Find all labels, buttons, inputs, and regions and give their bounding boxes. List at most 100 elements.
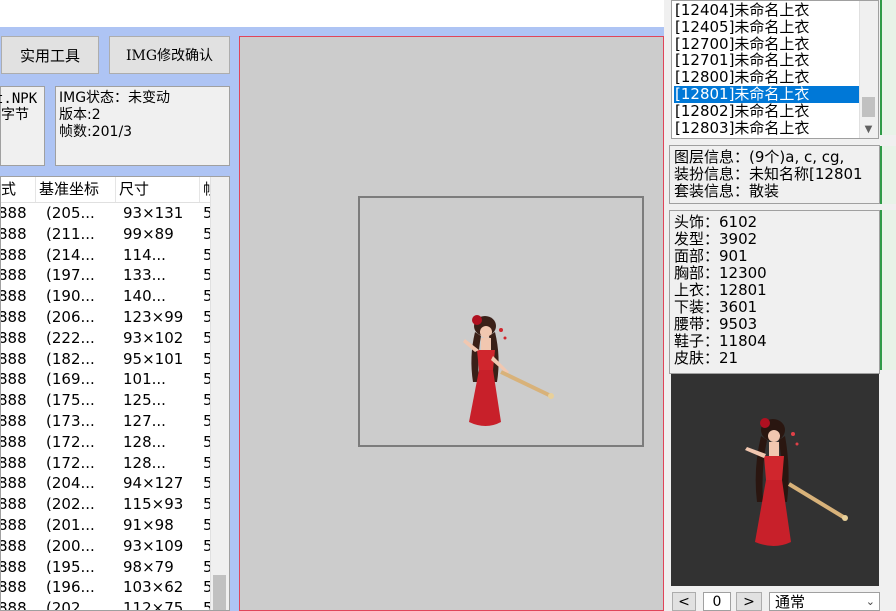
table-row[interactable]: 888 (201... 91×98 5: [1, 515, 213, 536]
next-frame-button[interactable]: >: [736, 592, 762, 611]
scroll-down-arrow-icon[interactable]: ▼: [860, 122, 877, 138]
cell-size: 115×93: [123, 495, 184, 514]
equipment-line: 发型：3902: [674, 230, 758, 248]
cell-size: 128...: [123, 432, 166, 451]
tools-button[interactable]: 实用工具: [1, 36, 99, 74]
table-row[interactable]: 888 (190... 140... 5: [1, 286, 213, 307]
table-row[interactable]: 888 (204... 94×127 5: [1, 473, 213, 494]
cell-format: 888: [0, 536, 27, 555]
cell-format: 888: [0, 349, 27, 368]
table-row[interactable]: 888 (202... 115×93 5: [1, 494, 213, 515]
item-list-entry[interactable]: [12404]未命名上衣: [674, 2, 861, 19]
column-header-format[interactable]: 式: [1, 177, 36, 202]
set-info-text: 套装信息：散装: [674, 182, 780, 200]
cell-format: 888: [0, 391, 27, 410]
equipment-line: 上衣：12801: [674, 281, 767, 299]
item-list-entry[interactable]: [12405]未命名上衣: [674, 19, 861, 36]
item-list-entry[interactable]: [12700]未命名上衣: [674, 36, 861, 53]
item-list[interactable]: [12404]未命名上衣 [12405]未命名上衣 [12700]未命名上衣 [127…: [671, 0, 879, 139]
table-row[interactable]: 888 (169... 101... 5: [1, 369, 213, 390]
cell-format: 888: [0, 474, 27, 493]
edge-control-lower[interactable]: [880, 210, 896, 370]
table-row[interactable]: 888 (173... 127... 5: [1, 411, 213, 432]
column-header-base[interactable]: 基准坐标: [36, 177, 116, 202]
equipment-line: 鞋子：11804: [674, 332, 767, 350]
cell-base-coord: (196...: [46, 578, 95, 597]
cell-base-coord: (211...: [46, 224, 95, 243]
cell-size: 103×62: [123, 578, 184, 597]
equipment-line: 皮肤：21: [674, 349, 739, 367]
table-body: 888 (205... 93×131 5 888 (211... 99×89 5 888 (214…: [1, 203, 213, 610]
cell-size: 94×127: [123, 474, 184, 493]
table-row[interactable]: 888 (200... 93×109 5: [1, 536, 213, 557]
item-list-entry[interactable]: [12802]未命名上衣: [674, 103, 861, 120]
cell-size: 101...: [123, 370, 166, 389]
table-row[interactable]: 888 (202... 112×75 5: [1, 598, 213, 610]
edge-control-top[interactable]: [880, 0, 896, 135]
character-sprite: [463, 315, 554, 426]
file-size-text: 字节: [1, 107, 29, 123]
cell-size: 98×79: [123, 557, 174, 576]
table-row[interactable]: 888 (195... 98×79 5: [1, 557, 213, 578]
cell-size: 140...: [123, 287, 166, 306]
cell-size: 91×98: [123, 515, 174, 534]
chevron-down-icon: ⌄: [865, 595, 875, 608]
table-scrollbar[interactable]: [210, 177, 229, 610]
item-list-scrollbar[interactable]: ▼: [859, 1, 878, 138]
cell-format: 888: [0, 266, 27, 285]
avatar-sprite: [745, 418, 848, 546]
cell-base-coord: (169...: [46, 370, 95, 389]
cell-format: 888: [0, 515, 27, 534]
item-list-entry[interactable]: [12801]未命名上衣: [674, 86, 861, 103]
cell-base-coord: (197...: [46, 266, 95, 285]
table-row[interactable]: 888 (211... 99×89 5: [1, 224, 213, 245]
cell-size: 99×89: [123, 224, 174, 243]
cell-format: 888: [0, 370, 27, 389]
table-row[interactable]: 888 (222... 93×102 5: [1, 328, 213, 349]
cell-base-coord: (200...: [46, 536, 95, 555]
cell-base-coord: (201...: [46, 515, 95, 534]
item-list-scrollbar-thumb[interactable]: [862, 97, 875, 117]
equipment-line: 面部：901: [674, 247, 748, 265]
table-scrollbar-thumb[interactable]: [213, 575, 226, 610]
prev-frame-button[interactable]: <: [672, 592, 696, 611]
item-list-entry[interactable]: [12803]未命名上衣: [674, 120, 861, 137]
cell-base-coord: (175...: [46, 391, 95, 410]
cell-format: 888: [0, 287, 27, 306]
table-row[interactable]: 888 (196... 103×62 5: [1, 577, 213, 598]
frame-table[interactable]: 式 基准坐标 尺寸 帧 888(205...93×1315888(211...9…: [0, 176, 230, 611]
mode-select-value: 通常: [775, 593, 806, 611]
layer-info-panel: 图层信息：(9个)a, c, cg, 装扮信息：未知名称[12801 套装信息：…: [669, 145, 880, 204]
cell-size: 114...: [123, 245, 166, 264]
img-frames-text: 帧数:201/3: [59, 124, 133, 140]
cell-format: 888: [0, 328, 27, 347]
equipment-panel: 头饰：6102 发型：3902 面部：901 胸部：12300 上衣：12801 下装：3…: [669, 210, 880, 374]
edge-control-middle[interactable]: [880, 146, 896, 204]
cell-base-coord: (206...: [46, 307, 95, 326]
table-row[interactable]: 888 (172... 128... 5: [1, 453, 213, 474]
cell-size: 93×131: [123, 204, 184, 222]
cell-format: 888: [0, 432, 27, 451]
img-confirm-button[interactable]: IMG修改确认: [109, 36, 230, 74]
cell-size: 95×101: [123, 349, 184, 368]
table-row[interactable]: 888 (175... 125... 5: [1, 390, 213, 411]
table-row[interactable]: 888 (182... 95×101 5: [1, 349, 213, 370]
frame-index-input[interactable]: 0: [703, 592, 731, 611]
item-list-entry[interactable]: [12800]未命名上衣: [674, 69, 861, 86]
mode-select[interactable]: 通常 ⌄: [769, 592, 880, 611]
column-header-size[interactable]: 尺寸: [116, 177, 200, 202]
cell-size: 125...: [123, 391, 166, 410]
item-list-entry[interactable]: [12701]未命名上衣: [674, 52, 861, 69]
table-row[interactable]: 888 (214... 114... 5: [1, 245, 213, 266]
cell-base-coord: (173...: [46, 411, 95, 430]
table-row[interactable]: 888 (206... 123×99 5: [1, 307, 213, 328]
table-row[interactable]: 888 (197... 133... 5: [1, 265, 213, 286]
cell-size: 133...: [123, 266, 166, 285]
cell-base-coord: (222...: [46, 328, 95, 347]
cell-base-coord: (204...: [46, 474, 95, 493]
file-name-text: t.NPK: [0, 91, 38, 107]
table-row[interactable]: 888 (172... 128... 5: [1, 432, 213, 453]
file-info-panel: t.NPK 字节: [0, 86, 45, 166]
table-row[interactable]: 888 (205... 93×131 5: [1, 203, 213, 224]
cell-size: 123×99: [123, 307, 184, 326]
